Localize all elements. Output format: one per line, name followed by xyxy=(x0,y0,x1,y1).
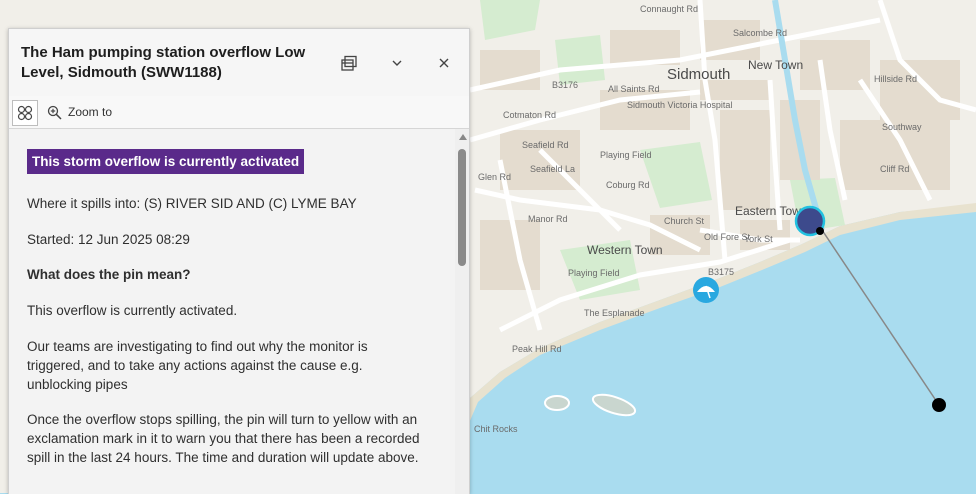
road-label-seafield-rd: Seafield Rd xyxy=(522,140,569,150)
road-label-cotmaton: Cotmaton Rd xyxy=(503,110,556,120)
dock-icon xyxy=(341,55,357,71)
road-label-b3175: B3175 xyxy=(708,267,734,277)
road-label-coburg: Coburg Rd xyxy=(606,180,650,190)
scrollbar-thumb[interactable] xyxy=(458,149,466,266)
road-label-glen: Glen Rd xyxy=(478,172,511,182)
rock-1 xyxy=(544,395,570,411)
town-label-western-town: Western Town xyxy=(587,243,663,257)
road-label-hillside: Hillside Rd xyxy=(874,74,917,84)
activated-banner: This storm overflow is currently activat… xyxy=(27,149,305,174)
grid-menu-button[interactable] xyxy=(12,100,38,126)
road-label-b3176: B3176 xyxy=(552,80,578,90)
close-icon xyxy=(439,58,449,68)
collapse-button[interactable] xyxy=(385,51,409,75)
popup-toolbar: Zoom to xyxy=(9,96,469,129)
road-label-cliff: Cliff Rd xyxy=(880,164,909,174)
panel-header: The Ham pumping station overflow Low Lev… xyxy=(9,29,469,97)
road-label-seafield-la: Seafield La xyxy=(530,164,575,174)
poi-label-playing-field-1: Playing Field xyxy=(600,150,652,160)
zoom-in-icon xyxy=(47,105,62,120)
road-label-all-saints: All Saints Rd xyxy=(608,84,660,94)
dock-button[interactable] xyxy=(337,51,361,75)
road-label-salcombe: Salcombe Rd xyxy=(733,28,787,38)
once-text: Once the overflow stops spilling, the pi… xyxy=(27,412,420,465)
teams-text: Our teams are investigating to find out … xyxy=(27,339,368,392)
popup-content: This storm overflow is currently activat… xyxy=(9,129,455,494)
road-label-church-st: Church St xyxy=(664,216,705,226)
road-label-southway: Southway xyxy=(882,122,922,132)
scrollbar[interactable] xyxy=(455,129,469,494)
road-label-peak-hill: Peak Hill Rd xyxy=(512,344,562,354)
overflow-end-marker[interactable] xyxy=(932,398,946,412)
road-label-manor: Manor Rd xyxy=(528,214,568,224)
zoom-to-label: Zoom to xyxy=(68,105,113,119)
grid-icon xyxy=(17,105,33,121)
close-button[interactable] xyxy=(432,51,456,75)
chevron-down-icon xyxy=(392,60,402,66)
pin-heading: What does the pin mean? xyxy=(27,267,191,282)
spills-into-text: Where it spills into: (S) RIVER SID AND … xyxy=(27,196,357,211)
road-label-connaught: Connaught Rd xyxy=(640,4,698,14)
poi-label-chit-rocks: Chit Rocks xyxy=(474,424,518,434)
poi-label-playing-field-2: Playing Field xyxy=(568,268,620,278)
beach-icon[interactable] xyxy=(693,277,719,303)
overflow-pin-shadow xyxy=(816,227,824,235)
rock-2 xyxy=(591,393,637,417)
green-area-5 xyxy=(555,35,605,85)
pin-text: This overflow is currently activated. xyxy=(27,303,238,318)
town-label-new-town: New Town xyxy=(748,58,803,72)
poi-label-hospital: Sidmouth Victoria Hospital xyxy=(627,100,732,110)
town-label-sidmouth: Sidmouth xyxy=(667,66,730,83)
feature-popup-panel: The Ham pumping station overflow Low Lev… xyxy=(8,28,470,494)
started-text: Started: 12 Jun 2025 08:29 xyxy=(27,232,190,247)
panel-title: The Ham pumping station overflow Low Lev… xyxy=(21,44,306,81)
zoom-to-button[interactable]: Zoom to xyxy=(47,103,112,121)
road-label-esplanade: The Esplanade xyxy=(584,308,645,318)
scroll-up-arrow-icon[interactable] xyxy=(459,134,467,140)
road-label-york-st: York St xyxy=(744,234,773,244)
leader-line xyxy=(821,229,940,406)
